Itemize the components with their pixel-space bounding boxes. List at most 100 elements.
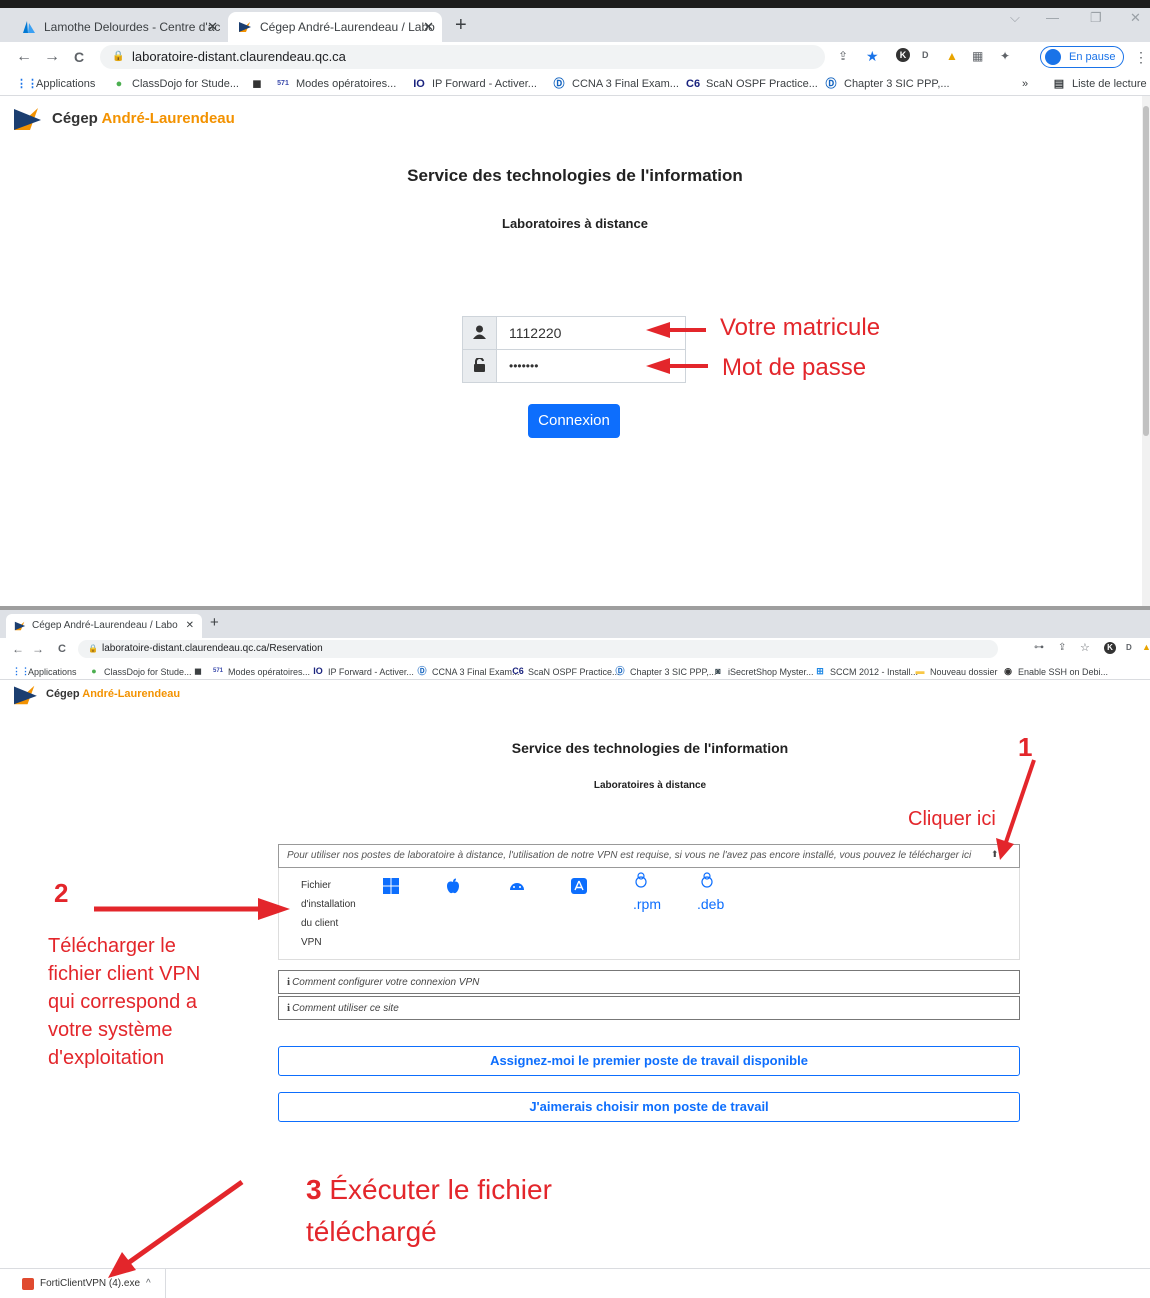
rpm-link[interactable]: .rpm [633, 896, 661, 912]
taskbar-edge [0, 0, 1150, 8]
annotation-step3-line2: téléchargé [306, 1216, 437, 1247]
c6-icon: C6 [512, 666, 524, 676]
bookmark-ip-forward[interactable]: IO IP Forward - Activer... [412, 72, 537, 96]
site-logo[interactable]: Cégep André-Laurendeau [52, 110, 235, 127]
site-logo[interactable]: Cégep André-Laurendeau [46, 688, 180, 700]
bookmark-ospf[interactable]: C6 ScaN OSPF Practice... [686, 72, 818, 96]
share-icon[interactable]: ⇪ [1058, 642, 1066, 653]
bookmark-apps[interactable]: ⋮⋮ Applications [16, 72, 95, 96]
reload-button[interactable]: C [58, 638, 66, 660]
tab-search-icon[interactable]: ⌵ [1010, 10, 1020, 26]
chapter-icon: Ⓓ [615, 666, 625, 676]
share-icon[interactable]: ⇪ [838, 49, 848, 63]
tab-cegep-lab[interactable]: Cégep André-Laurendeau / Labo ✕ [6, 614, 202, 638]
reload-button[interactable]: C [74, 42, 84, 72]
password-value: ••••••• [509, 359, 539, 373]
puzzle-icon[interactable]: ✦ [1000, 49, 1010, 63]
tab-close-icon[interactable]: ✕ [186, 614, 194, 638]
app-store-icon[interactable] [571, 878, 587, 894]
password-field[interactable]: ••••••• [462, 349, 686, 383]
linux-icon[interactable] [699, 872, 715, 888]
bookmarks-overflow[interactable]: » [1022, 72, 1028, 96]
bookmark-chapter3[interactable]: Ⓓ Chapter 3 SIC PPP,... [824, 72, 950, 96]
cegep-logo-icon [14, 685, 37, 705]
login-button[interactable]: Connexion [528, 404, 620, 438]
extension-k-icon[interactable]: K [896, 48, 910, 62]
key-icon[interactable]: ⊶ [1034, 642, 1044, 653]
vpn-config-help[interactable]: i Comment configurer votre connexion VPN [278, 970, 1020, 994]
annotation-step1-number: 1 [1018, 732, 1033, 762]
linux-icon[interactable] [633, 872, 649, 888]
scrollbar-thumb[interactable] [1143, 106, 1149, 436]
vpn-installers-panel: Fichier d'installation du client VPN .rp… [278, 868, 1020, 960]
browser-window-reservation: Cégep André-Laurendeau / Labo ✕ + ← → C … [0, 610, 1150, 1298]
toolbar: ← → C 🔒 laboratoire-distant.claurendeau.… [0, 42, 1150, 72]
bookmark-ccna[interactable]: Ⓓ CCNA 3 Final Exam... [552, 72, 679, 96]
close-window-button[interactable]: ✕ [1130, 10, 1141, 26]
bookmark-unnamed[interactable]: ◼ [250, 72, 270, 96]
minimize-button[interactable]: — [1046, 10, 1059, 25]
extension-d-icon[interactable]: D [922, 50, 929, 60]
tab-lamothe[interactable]: Lamothe Delourdes - Centre d'ac ✕ [12, 12, 226, 42]
bookmark-star-icon[interactable]: ☆ [1080, 641, 1090, 654]
android-icon[interactable] [509, 878, 525, 894]
url-text: laboratoire-distant.claurendeau.qc.ca [132, 49, 346, 64]
site-usage-help[interactable]: i Comment utiliser ce site [278, 996, 1020, 1020]
c6-icon: C6 [686, 78, 701, 90]
bookmark-star-icon[interactable]: ★ [866, 48, 879, 65]
scrollbar[interactable] [1142, 96, 1150, 608]
address-bar[interactable]: 🔒 laboratoire-distant.claurendeau.qc.ca/… [78, 640, 998, 658]
reading-list-icon: ▤ [1053, 78, 1065, 90]
forward-button[interactable]: → [32, 638, 44, 660]
username-value: 1112220 [509, 325, 562, 341]
restore-button[interactable]: ❐ [1090, 10, 1102, 26]
url-text: laboratoire-distant.claurendeau.qc.ca/Re… [102, 643, 323, 654]
windows-icon[interactable] [383, 878, 399, 894]
annotation-step1-text: Cliquer ici [908, 808, 996, 830]
toolbar: ← → C 🔒 laboratoire-distant.claurendeau.… [0, 638, 1150, 660]
page-title: Service des technologies de l'informatio… [511, 740, 789, 756]
menu-icon[interactable]: ⋮ [1134, 49, 1148, 66]
tab-close-icon[interactable]: ✕ [207, 12, 218, 42]
page-subtitle: Laboratoires à distance [502, 216, 648, 231]
qr-extension-icon[interactable]: ▦ [972, 49, 983, 63]
bookmark-classdojo[interactable]: ● ClassDojo for Stude... [112, 72, 239, 96]
cegep-logo-icon [239, 22, 251, 32]
tab-strip: Cégep André-Laurendeau / Labo ✕ + [0, 610, 1150, 638]
vpn-download-notice[interactable]: Pour utiliser nos postes de laboratoire … [278, 844, 1020, 868]
extension-d-icon[interactable]: D [1126, 643, 1132, 652]
apple-icon[interactable] [445, 878, 461, 894]
choose-workstation-button[interactable]: J'aimerais choisir mon poste de travail [278, 1092, 1020, 1122]
tab-cegep-lab[interactable]: Cégep André-Laurendeau / Labo ✕ [228, 12, 442, 42]
apps-grid-icon: ⋮⋮ [16, 78, 38, 90]
deb-link[interactable]: .deb [697, 896, 724, 912]
new-tab-button[interactable]: + [210, 614, 219, 631]
user-icon [463, 317, 497, 349]
ccna-icon: Ⓓ [417, 666, 427, 676]
bookmarks-bar: ⋮⋮ Applications ● ClassDojo for Stude... ◼… [0, 660, 1150, 680]
extension-icon[interactable]: ▲ [946, 49, 958, 63]
reading-list[interactable]: ▤ Liste de lecture [1052, 72, 1147, 96]
forward-button[interactable]: → [44, 42, 60, 72]
cegep-logo-icon [14, 108, 41, 130]
extension-icon[interactable]: ▲ [1142, 642, 1150, 652]
download-icon[interactable]: ⬆ [991, 849, 999, 860]
extension-k-icon[interactable]: K [1104, 642, 1116, 654]
tab-close-icon[interactable]: ✕ [423, 12, 434, 42]
back-button[interactable]: ← [16, 42, 32, 72]
chevron-up-icon[interactable]: ^ [146, 1269, 151, 1298]
io-icon: IO [413, 78, 425, 90]
username-field[interactable]: 1112220 [462, 316, 686, 350]
bookmark-modes[interactable]: 571 Modes opératoires... [276, 72, 396, 96]
back-button[interactable]: ← [12, 638, 24, 660]
new-tab-button[interactable]: + [455, 14, 467, 37]
annotation-matricule: Votre matricule [720, 314, 881, 341]
exe-file-icon [22, 1278, 34, 1290]
address-bar[interactable]: 🔒 laboratoire-distant.claurendeau.qc.ca [100, 45, 825, 69]
profile-pause-button[interactable]: En pause [1040, 46, 1125, 68]
tab-title: Cégep André-Laurendeau / Labo [260, 20, 435, 34]
assign-first-workstation-button[interactable]: Assignez-moi le premier poste de travail… [278, 1046, 1020, 1076]
annotation-step2-text: Télécharger le fichier client VPN qui co… [48, 935, 201, 1069]
lock-icon: 🔒 [112, 51, 125, 62]
download-item-forticlient[interactable]: FortiClientVPN (4).exe ^ [0, 1269, 166, 1298]
